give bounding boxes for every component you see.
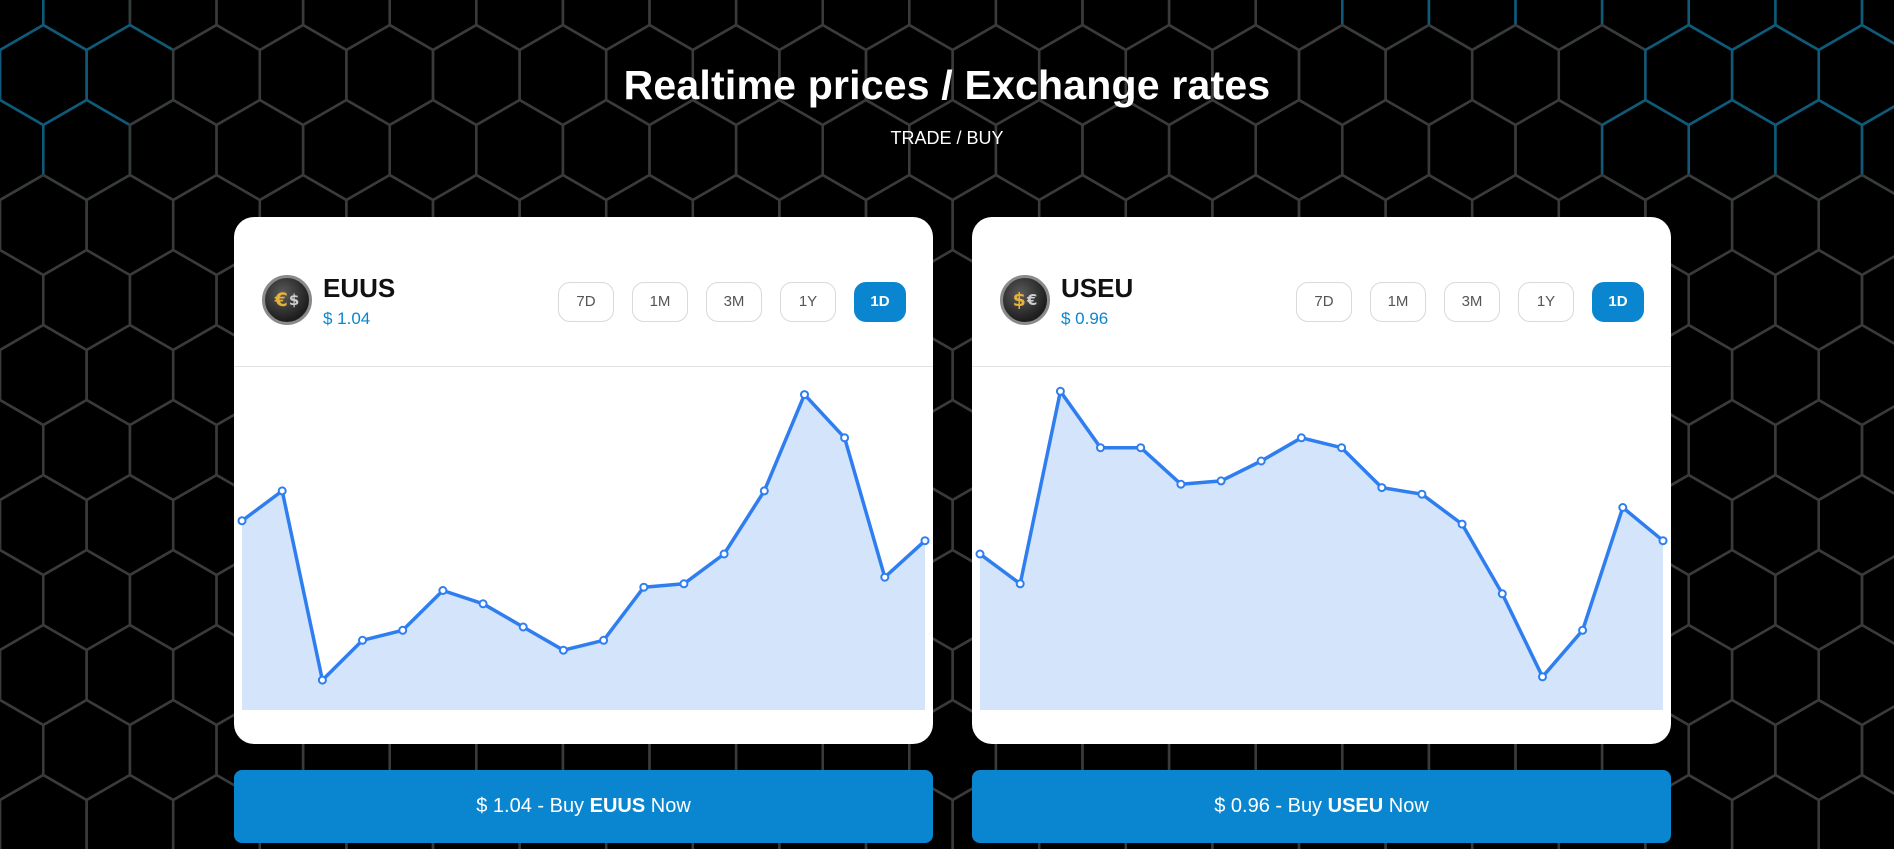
price-chart [237, 390, 930, 710]
data-point [237, 516, 247, 526]
page-title: Realtime prices / Exchange rates [623, 62, 1271, 108]
data-point [1176, 479, 1186, 489]
data-point [1296, 433, 1306, 443]
range-button-1d[interactable]: 1D [1592, 282, 1644, 322]
data-point [1377, 483, 1387, 493]
buy-suffix-text: Now [645, 795, 691, 817]
range-button-7d[interactable]: 7D [1296, 282, 1352, 322]
data-point [478, 599, 488, 609]
dollar-euro-coin-icon: $ € [1000, 275, 1050, 325]
data-point [1417, 489, 1427, 499]
buy-symbol-text: EUUS [589, 795, 646, 817]
data-point [759, 486, 769, 496]
data-point [1578, 625, 1588, 635]
data-point [1618, 503, 1628, 512]
coin-symbol: USEU [1061, 273, 1134, 303]
data-point [719, 549, 729, 559]
page-subtitle: TRADE / BUY [890, 128, 1004, 148]
buy-price-text: $ 0.96 - Buy [1214, 795, 1328, 817]
buy-symbol-text: USEU [1327, 795, 1384, 817]
range-button-1y[interactable]: 1Y [1518, 282, 1574, 322]
range-button-1d[interactable]: 1D [854, 282, 906, 322]
price-card-euus: € $ EUUS $ 1.04 7D 1M 3M 1Y 1D [234, 217, 933, 744]
coin-price: $ 1.04 [323, 309, 371, 328]
range-button-1m[interactable]: 1M [632, 282, 688, 322]
data-point [438, 586, 448, 595]
data-point [599, 635, 609, 645]
data-point [1216, 476, 1226, 486]
data-point [1457, 519, 1467, 529]
series-area [980, 391, 1663, 710]
data-point [558, 645, 568, 655]
range-button-3m[interactable]: 3M [706, 282, 762, 322]
data-point [800, 390, 809, 400]
data-point [1538, 672, 1547, 682]
data-point [1497, 589, 1507, 599]
data-point [1337, 443, 1347, 453]
range-button-3m[interactable]: 3M [1444, 282, 1500, 322]
buy-suffix-text: Now [1383, 795, 1429, 817]
buy-useu-button[interactable]: $ 0.96 - Buy USEU Now [972, 770, 1671, 843]
data-point [1055, 386, 1065, 396]
data-point [1096, 443, 1105, 453]
data-point [880, 572, 890, 582]
data-point [1256, 456, 1266, 466]
card-header: € $ EUUS $ 1.04 7D 1M 3M 1Y 1D [234, 217, 933, 367]
data-point [398, 625, 408, 635]
series-area [242, 394, 925, 710]
data-point [1015, 579, 1025, 589]
data-point [920, 536, 930, 546]
buy-price-text: $ 1.04 - Buy [476, 795, 590, 817]
data-point [639, 582, 649, 592]
data-point [277, 486, 287, 496]
coin-symbol: EUUS [323, 273, 396, 303]
data-point [317, 675, 327, 685]
data-point [975, 549, 985, 559]
buy-euus-button[interactable]: $ 1.04 - Buy EUUS Now [234, 770, 933, 843]
coin-price: $ 0.96 [1061, 309, 1109, 328]
data-point [679, 579, 689, 589]
price-chart [975, 386, 1668, 710]
price-card-useu: $ € USEU $ 0.96 7D 1M 3M 1Y 1D [972, 217, 1671, 744]
euro-dollar-coin-icon: € $ [262, 275, 312, 325]
data-point [1136, 443, 1146, 453]
data-point [358, 635, 367, 645]
range-button-1y[interactable]: 1Y [780, 282, 836, 322]
data-point [518, 622, 528, 632]
data-point [840, 433, 850, 443]
card-header: $ € USEU $ 0.96 7D 1M 3M 1Y 1D [972, 217, 1671, 367]
range-button-1m[interactable]: 1M [1370, 282, 1426, 322]
data-point [1658, 536, 1668, 546]
range-button-7d[interactable]: 7D [558, 282, 614, 322]
